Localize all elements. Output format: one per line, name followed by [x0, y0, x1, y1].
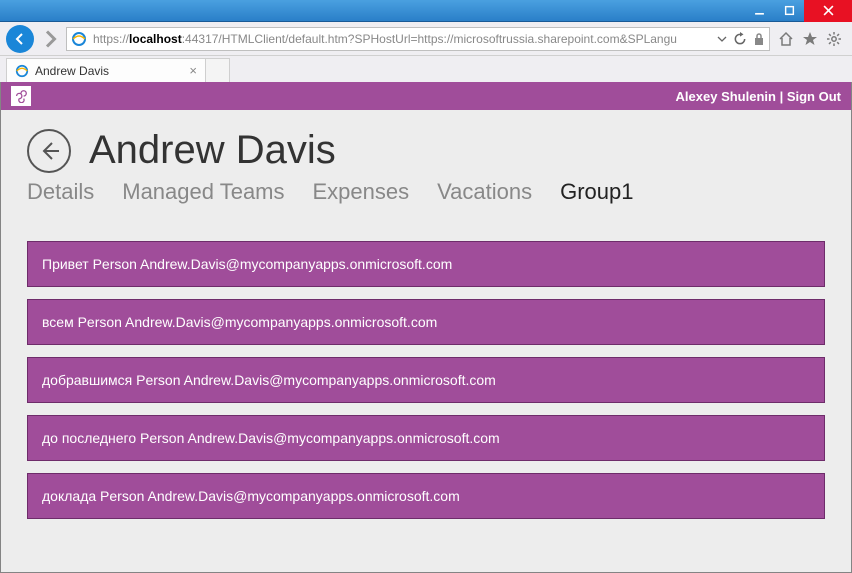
list: Привет Person Andrew.Davis@mycompanyapps… [27, 241, 825, 519]
back-arrow-icon [37, 139, 61, 163]
list-item[interactable]: добравшимся Person Andrew.Davis@mycompan… [27, 357, 825, 403]
tab-details[interactable]: Details [27, 179, 94, 205]
tab-managed-teams[interactable]: Managed Teams [122, 179, 284, 205]
list-item[interactable]: всем Person Andrew.Davis@mycompanyapps.o… [27, 299, 825, 345]
browser-tabstrip: Andrew Davis × [0, 56, 852, 82]
browser-tab[interactable]: Andrew Davis × [6, 58, 206, 82]
ie-favicon-icon [15, 64, 29, 78]
browser-chrome-icons [774, 31, 846, 47]
tools-gear-icon[interactable] [826, 31, 842, 47]
lock-icon [753, 32, 765, 46]
refresh-icon[interactable] [733, 32, 747, 46]
address-bar-right [717, 32, 765, 46]
minimize-icon [754, 5, 765, 16]
maximize-icon [784, 5, 795, 16]
viewport: Alexey Shulenin | Sign Out Andrew Davis … [0, 82, 852, 573]
window-maximize-button[interactable] [774, 0, 804, 22]
content-area: Andrew Davis Details Managed Teams Expen… [1, 110, 851, 572]
address-bar[interactable]: https://localhost:44317/HTMLClient/defau… [66, 27, 770, 51]
page-header: Andrew Davis [27, 128, 825, 173]
sp-user-name: Alexey Shulenin [676, 89, 776, 104]
nav-back-button[interactable] [6, 25, 34, 53]
close-icon [823, 5, 834, 16]
browser-navbar: https://localhost:44317/HTMLClient/defau… [0, 22, 852, 56]
sign-out-link[interactable]: Sign Out [787, 89, 841, 104]
tab-close-button[interactable]: × [189, 64, 197, 77]
forward-arrow-icon [38, 27, 62, 51]
favorites-star-icon[interactable] [802, 31, 818, 47]
tab-vacations[interactable]: Vacations [437, 179, 532, 205]
browser-tab-title: Andrew Davis [35, 64, 109, 78]
list-item[interactable]: Привет Person Andrew.Davis@mycompanyapps… [27, 241, 825, 287]
nav-forward-button[interactable] [38, 27, 62, 51]
tab-group1[interactable]: Group1 [560, 179, 633, 205]
page-title: Andrew Davis [89, 128, 336, 173]
window-close-button[interactable] [804, 0, 852, 22]
window-minimize-button[interactable] [744, 0, 774, 22]
ie-favicon-icon [71, 31, 87, 47]
list-item[interactable]: доклада Person Andrew.Davis@mycompanyapp… [27, 473, 825, 519]
sharepoint-topbar: Alexey Shulenin | Sign Out [1, 82, 851, 110]
list-item[interactable]: до последнего Person Andrew.Davis@mycomp… [27, 415, 825, 461]
tab-expenses[interactable]: Expenses [313, 179, 410, 205]
sharepoint-logo-icon[interactable] [11, 86, 31, 106]
sp-user-area: Alexey Shulenin | Sign Out [676, 89, 841, 104]
page-back-button[interactable] [27, 129, 71, 173]
window-titlebar [0, 0, 852, 22]
chevron-down-icon[interactable] [717, 34, 727, 44]
home-icon[interactable] [778, 31, 794, 47]
url-text: https://localhost:44317/HTMLClient/defau… [93, 32, 717, 46]
new-tab-button[interactable] [206, 58, 230, 82]
page-tabs: Details Managed Teams Expenses Vacations… [27, 179, 825, 205]
back-arrow-icon [12, 31, 28, 47]
